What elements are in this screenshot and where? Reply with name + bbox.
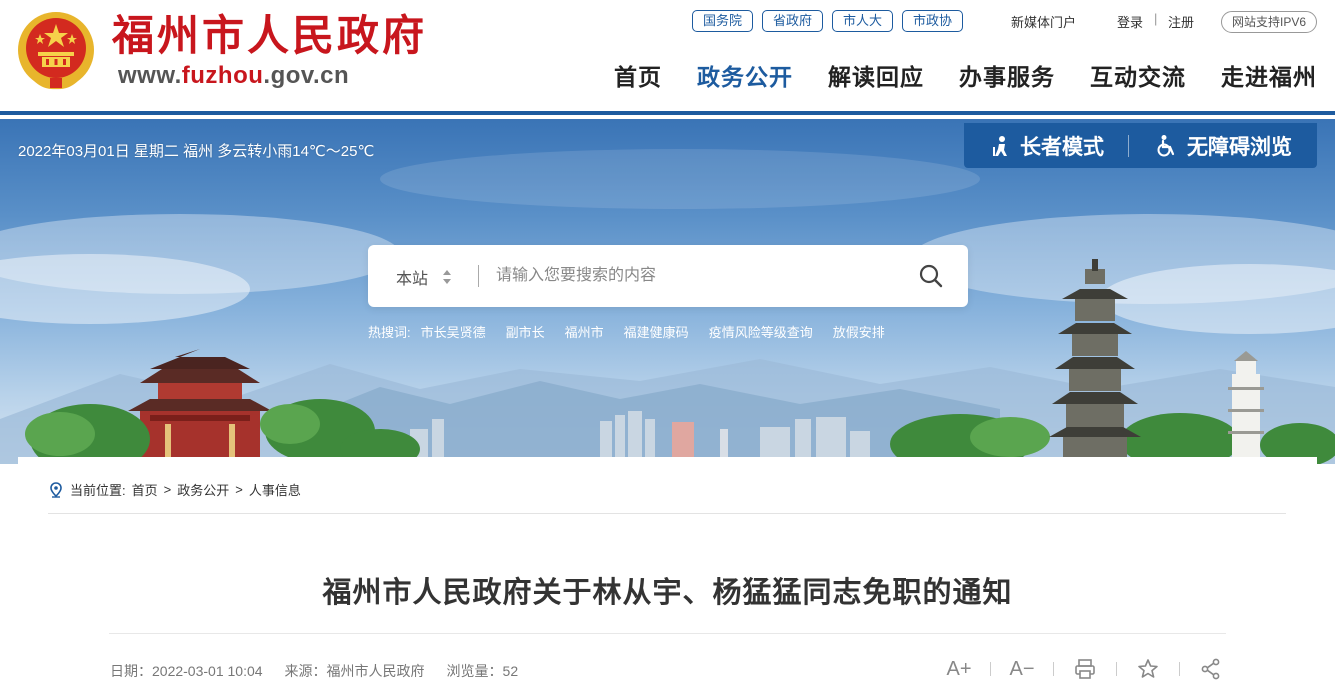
sort-arrows-icon	[443, 270, 452, 284]
login-link[interactable]: 登录	[1117, 12, 1143, 31]
site-title: 福州市人民政府	[112, 14, 428, 60]
register-link[interactable]: 注册	[1168, 12, 1194, 31]
article-meta: 日期：2022-03-01 10:04 来源：福州市人民政府 浏览量：52	[110, 661, 518, 681]
hot-word-mayor[interactable]: 市长吴贤德	[421, 322, 486, 341]
nav-home[interactable]: 首页	[614, 60, 662, 94]
article-date: 日期：2022-03-01 10:04	[110, 663, 263, 679]
search-box: 本站	[368, 245, 968, 307]
hot-word-risk-level[interactable]: 疫情风险等级查询	[709, 322, 813, 341]
search-divider	[478, 265, 479, 287]
font-increase-button[interactable]: A+	[945, 657, 973, 681]
accessible-browse-button[interactable]: 无障碍浏览	[1129, 123, 1292, 168]
print-icon[interactable]	[1071, 657, 1099, 681]
elder-person-icon	[993, 135, 1007, 156]
hot-word-fuzhou[interactable]: 福州市	[565, 322, 604, 341]
site-header: 福州市人民政府 www.fuzhou.gov.cn 国务院 省政府 市人大 市政…	[0, 0, 1335, 115]
nav-gov-affairs[interactable]: 政务公开	[697, 60, 793, 94]
link-state-council[interactable]: 国务院	[692, 10, 754, 32]
elder-mode-label: 长者模式	[1020, 135, 1104, 159]
font-decrease-button[interactable]: A−	[1008, 657, 1036, 681]
national-emblem-icon	[18, 12, 94, 90]
breadcrumb-gov-affairs[interactable]: 政务公开	[177, 480, 229, 499]
nav-about-fuzhou[interactable]: 走进福州	[1221, 60, 1317, 94]
hero-banner: 2022年03月01日 星期二 福州 多云转小雨14℃～25℃ 长者模式 无障碍…	[0, 119, 1335, 464]
breadcrumb-divider	[48, 513, 1286, 514]
hot-word-health-code[interactable]: 福建健康码	[624, 322, 689, 341]
tool-divider	[1053, 662, 1054, 676]
article-title: 福州市人民政府关于林从宇、杨猛猛同志免职的通知	[322, 577, 1013, 609]
breadcrumb: 当前位置: 首页 > 政务公开 > 人事信息	[48, 480, 301, 499]
article-views: 浏览量：52	[446, 663, 519, 679]
search-scope-label: 本站	[396, 271, 429, 288]
nav-interpretation[interactable]: 解读回应	[828, 60, 924, 94]
favorite-star-icon[interactable]	[1134, 657, 1162, 681]
tool-divider	[1179, 662, 1180, 676]
breadcrumb-sep: >	[163, 482, 172, 497]
site-url-highlight: fuzhou	[181, 62, 264, 89]
date-weather-text: 2022年03月01日 星期二 福州 多云转小雨14℃～25℃	[18, 143, 375, 160]
site-url-prefix: www.	[118, 62, 182, 89]
search-icon[interactable]	[918, 263, 944, 289]
site-url: www.fuzhou.gov.cn	[118, 62, 349, 90]
article-tools: A+ A−	[945, 657, 1225, 681]
tool-divider	[1116, 662, 1117, 676]
search-input[interactable]	[496, 261, 896, 291]
nav-services[interactable]: 办事服务	[959, 60, 1055, 94]
login-separator: |	[1154, 11, 1158, 26]
search-scope-selector[interactable]: 本站	[396, 265, 452, 289]
new-media-link[interactable]: 新媒体门户	[1011, 12, 1076, 31]
breadcrumb-sep: >	[235, 482, 243, 497]
link-provincial-gov[interactable]: 省政府	[762, 10, 824, 32]
breadcrumb-personnel[interactable]: 人事信息	[249, 480, 301, 499]
gov-links: 国务院 省政府 市人大 市政协	[692, 10, 964, 34]
tool-divider	[990, 662, 991, 676]
title-divider	[109, 633, 1226, 634]
nav-interaction[interactable]: 互动交流	[1090, 60, 1186, 94]
share-icon[interactable]	[1197, 657, 1225, 681]
hot-search-label: 热搜词:	[368, 325, 411, 340]
wheelchair-icon	[1157, 134, 1175, 156]
main-nav: 首页 政务公开 解读回应 办事服务 互动交流 走进福州	[614, 60, 1317, 94]
site-url-suffix: .gov.cn	[263, 62, 350, 89]
link-city-congress[interactable]: 市人大	[832, 10, 894, 32]
accessibility-bar: 长者模式 无障碍浏览	[964, 123, 1317, 168]
article-source: 来源：福州市人民政府	[284, 663, 425, 679]
article-card: 当前位置: 首页 > 政务公开 > 人事信息 福州市人民政府关于林从宇、杨猛猛同…	[18, 457, 1317, 698]
elder-mode-button[interactable]: 长者模式	[964, 123, 1104, 168]
link-city-cppcc[interactable]: 市政协	[902, 10, 964, 32]
breadcrumb-label: 当前位置:	[70, 483, 126, 498]
hot-word-vice-mayor[interactable]: 副市长	[506, 322, 545, 341]
hot-word-holiday[interactable]: 放假安排	[833, 322, 885, 341]
hot-search-words: 热搜词: 市长吴贤德 副市长 福州市 福建健康码 疫情风险等级查询 放假安排	[368, 322, 885, 341]
location-pin-icon	[50, 481, 62, 498]
ipv6-badge: 网站支持IPV6	[1221, 11, 1318, 33]
accessible-browse-label: 无障碍浏览	[1187, 135, 1292, 159]
breadcrumb-home[interactable]: 首页	[132, 480, 158, 499]
